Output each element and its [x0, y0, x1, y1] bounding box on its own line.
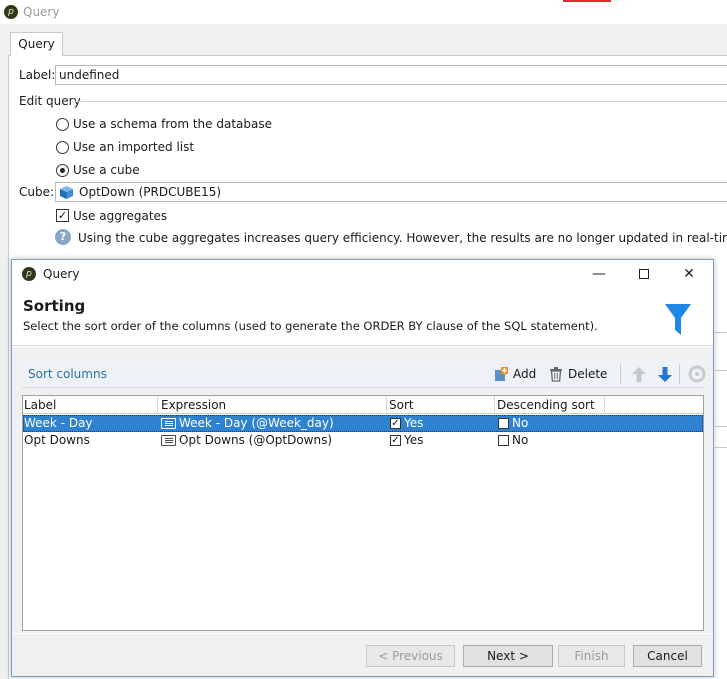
sort-checkbox[interactable]: ✓	[390, 435, 401, 446]
dialog-heading: Sorting	[23, 297, 86, 315]
minimize-icon[interactable]: —	[589, 264, 609, 284]
dialog-footer: < Previous Next > Finish Cancel	[12, 634, 713, 676]
use-aggregates-label: Use aggregates	[73, 209, 168, 223]
bg-edge-line	[715, 426, 727, 427]
radio-imported-list[interactable]	[56, 141, 69, 154]
dialog-titlebar: p Query — ✕	[12, 260, 713, 288]
bg-edge-line	[715, 332, 727, 333]
column-divider	[494, 396, 495, 414]
toolbar-separator	[620, 364, 621, 384]
expression-icon	[161, 435, 176, 446]
cube-select[interactable]: OptDown (PRDCUBE15)	[55, 182, 727, 202]
row-expression: Opt Downs (@OptDowns)	[179, 433, 333, 447]
delete-button-label: Delete	[568, 367, 608, 381]
table-row[interactable]: Opt Downs Opt Downs (@OptDowns) ✓ Yes No	[23, 432, 703, 449]
dialog-title: Query	[43, 267, 80, 281]
tab-query-label: Query	[18, 37, 55, 51]
option-imported-list-label: Use an imported list	[73, 140, 195, 154]
finish-button[interactable]: Finish	[558, 645, 625, 667]
column-header-label[interactable]: Label	[24, 398, 56, 412]
label-input[interactable]: undefined	[55, 65, 727, 85]
move-down-icon[interactable]	[657, 366, 673, 383]
row-expression: Week - Day (@Week_day)	[179, 416, 334, 430]
column-divider	[386, 396, 387, 414]
sort-columns-title: Sort columns	[28, 367, 107, 381]
row-descending: No	[512, 433, 529, 447]
trash-icon	[550, 367, 562, 382]
app-logo-icon: p	[4, 5, 18, 19]
add-icon	[495, 367, 508, 381]
sort-columns-grid: Label Expression Sort Descending sort We…	[22, 395, 704, 631]
sort-checkbox[interactable]: ✓	[390, 418, 401, 429]
info-icon: ?	[55, 229, 71, 245]
label-input-value: undefined	[59, 68, 120, 82]
window-title: Query	[23, 5, 60, 19]
refresh-icon[interactable]	[688, 365, 706, 383]
bg-edge-line	[715, 370, 727, 371]
filter-icon	[665, 304, 691, 335]
option-cube-label: Use a cube	[73, 163, 140, 177]
move-up-icon[interactable]	[631, 366, 647, 383]
aggregates-info-text: Using the cube aggregates increases quer…	[78, 231, 727, 245]
column-header-sort[interactable]: Sort	[389, 398, 414, 412]
expression-icon	[161, 418, 176, 429]
label-caption: Label:	[19, 68, 56, 82]
toolbar-separator	[679, 364, 680, 384]
sort-columns-toolbar: Sort columns Add Delete	[22, 360, 706, 388]
descending-checkbox[interactable]	[498, 435, 509, 446]
row-label: Week - Day	[24, 416, 93, 430]
row-sort: Yes	[404, 433, 424, 447]
dialog-header: Sorting Select the sort order of the col…	[12, 288, 713, 346]
row-sort: Yes	[404, 416, 424, 430]
edit-query-caption: Edit query	[19, 94, 81, 108]
bg-edge-line	[715, 447, 727, 448]
option-schema-label: Use a schema from the database	[73, 117, 272, 131]
app-logo-icon: p	[22, 267, 36, 281]
dialog-description: Select the sort order of the columns (us…	[23, 319, 598, 333]
tab-query[interactable]: Query	[10, 32, 63, 56]
next-button[interactable]: Next >	[463, 645, 553, 667]
use-aggregates-checkbox[interactable]: ✓	[56, 209, 69, 222]
previous-button[interactable]: < Previous	[366, 645, 455, 667]
column-header-descending-sort[interactable]: Descending sort	[497, 398, 595, 412]
table-row[interactable]: Week - Day Week - Day (@Week_day) ✓ Yes …	[23, 415, 703, 432]
descending-checkbox[interactable]	[498, 418, 509, 429]
maximize-icon[interactable]	[634, 264, 654, 284]
sorting-dialog: p Query — ✕ Sorting Select the sort orde…	[11, 259, 714, 677]
cube-caption: Cube:	[19, 185, 55, 199]
close-hover-accent	[563, 0, 611, 2]
column-header-expression[interactable]: Expression	[161, 398, 226, 412]
cancel-button[interactable]: Cancel	[633, 645, 702, 667]
row-descending: No	[512, 416, 529, 430]
cube-select-value: OptDown (PRDCUBE15)	[79, 185, 222, 199]
grid-header: Label Expression Sort Descending sort	[23, 396, 703, 414]
cube-icon	[60, 186, 73, 199]
close-icon[interactable]: ✕	[679, 264, 699, 284]
window-titlebar: p Query	[0, 0, 727, 24]
edit-query-divider	[75, 101, 727, 102]
column-divider	[604, 396, 605, 414]
row-label: Opt Downs	[24, 433, 90, 447]
add-button-label: Add	[513, 367, 537, 381]
radio-cube[interactable]	[56, 164, 69, 177]
radio-schema[interactable]	[56, 118, 69, 131]
column-divider	[157, 396, 158, 414]
